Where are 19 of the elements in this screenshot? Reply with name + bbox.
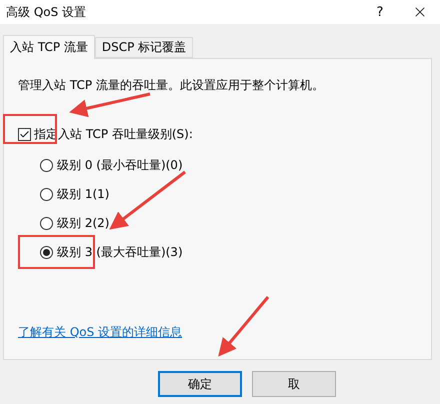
radio-label: 级别 2(2) <box>57 214 110 232</box>
dialog-button[interactable]: 取 <box>252 371 336 397</box>
ok-button[interactable]: 确定 <box>158 371 242 397</box>
help-button[interactable]: ? <box>360 4 400 20</box>
checkbox[interactable] <box>18 128 31 141</box>
radio-label: 级别 3 (最大吞吐量)(3) <box>57 244 183 260</box>
radio-button[interactable] <box>40 188 53 200</box>
annotation-arrow <box>218 296 270 357</box>
help-link[interactable]: 了解有关 QoS 设置的详细信息 <box>18 324 182 341</box>
highlight-frame <box>3 114 57 144</box>
radio-label: 级别 0 (最小吞吐量)(0) <box>57 156 183 174</box>
radio-button[interactable] <box>40 246 53 258</box>
tab[interactable]: 入站 TCP 流量 <box>3 35 95 59</box>
tab[interactable]: DSCP 标记覆盖 <box>94 37 194 58</box>
radio-button[interactable] <box>40 158 53 172</box>
radio-label: 级别 1(1) <box>57 186 110 202</box>
radio-button[interactable] <box>40 216 53 230</box>
window-title: 高级 QoS 设置 <box>6 4 88 20</box>
description-text: 管理入站 TCP 流量的吞吐量。此设置应用于整个计算机。 <box>18 77 325 94</box>
